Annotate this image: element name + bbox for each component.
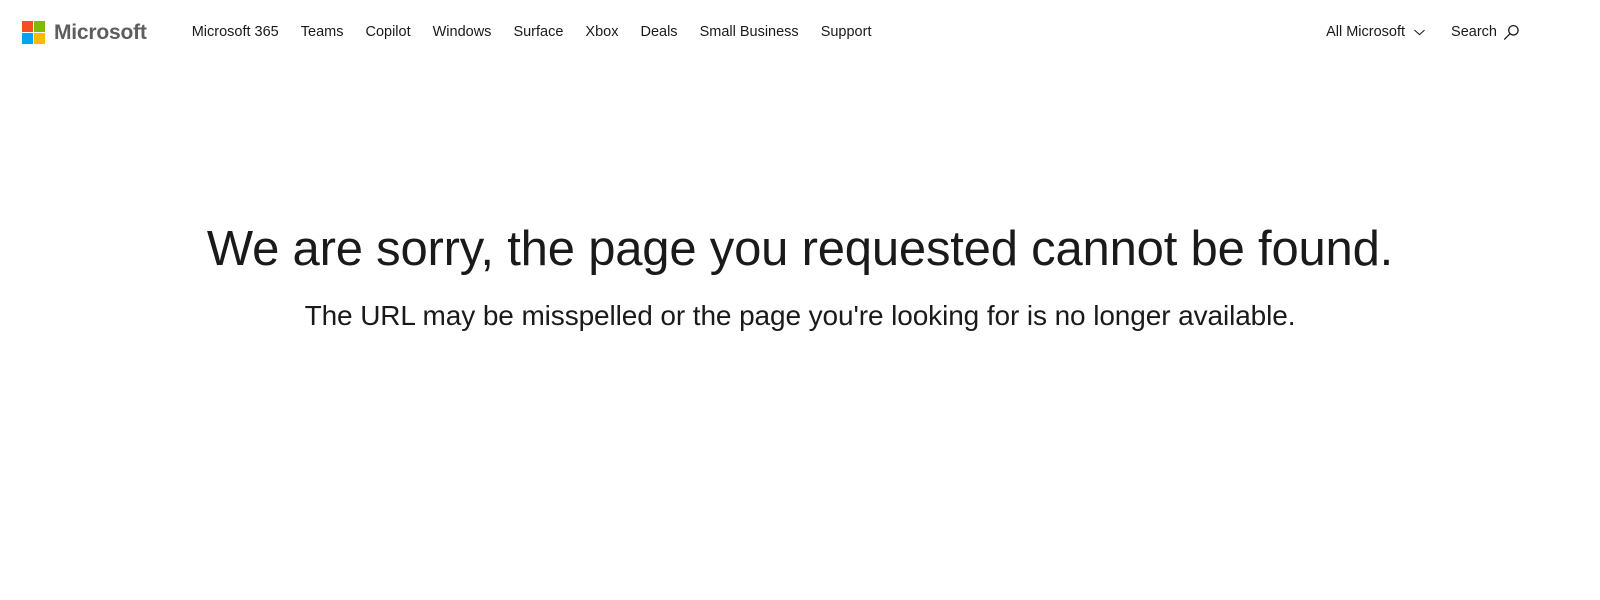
brand-wordmark: Microsoft bbox=[54, 20, 147, 44]
nav-item-windows[interactable]: Windows bbox=[422, 17, 503, 48]
search-icon bbox=[1503, 24, 1520, 41]
logo-square-green bbox=[34, 20, 45, 32]
search-label: Search bbox=[1451, 23, 1497, 40]
logo-square-red bbox=[22, 20, 33, 32]
nav-item-small-business[interactable]: Small Business bbox=[689, 17, 810, 48]
nav-item-surface[interactable]: Surface bbox=[502, 17, 574, 48]
all-microsoft-label: All Microsoft bbox=[1326, 23, 1406, 40]
site-header: Microsoft Microsoft 365 Teams Copilot Wi… bbox=[0, 0, 1600, 64]
logo-square-yellow bbox=[34, 32, 45, 44]
logo-square-blue bbox=[22, 32, 33, 44]
nav-item-teams[interactable]: Teams bbox=[290, 17, 355, 48]
microsoft-logo-icon bbox=[22, 20, 45, 44]
nav-item-xbox[interactable]: Xbox bbox=[574, 17, 629, 48]
nav-item-deals[interactable]: Deals bbox=[629, 17, 688, 48]
all-microsoft-menu[interactable]: All Microsoft bbox=[1316, 17, 1435, 48]
nav-item-copilot[interactable]: Copilot bbox=[354, 17, 421, 48]
error-subtitle: The URL may be misspelled or the page yo… bbox=[304, 299, 1296, 331]
nav-item-support[interactable]: Support bbox=[810, 17, 883, 48]
error-page-content: We are sorry, the page you requested can… bbox=[0, 64, 1600, 332]
search-button[interactable]: Search bbox=[1441, 16, 1530, 49]
error-title: We are sorry, the page you requested can… bbox=[206, 222, 1394, 276]
microsoft-home-link[interactable]: Microsoft bbox=[22, 20, 147, 44]
nav-item-microsoft-365[interactable]: Microsoft 365 bbox=[181, 17, 290, 48]
header-utility-area: All Microsoft Search bbox=[1316, 16, 1530, 49]
chevron-down-icon bbox=[1414, 27, 1425, 38]
primary-navigation: Microsoft 365 Teams Copilot Windows Surf… bbox=[181, 17, 1316, 48]
